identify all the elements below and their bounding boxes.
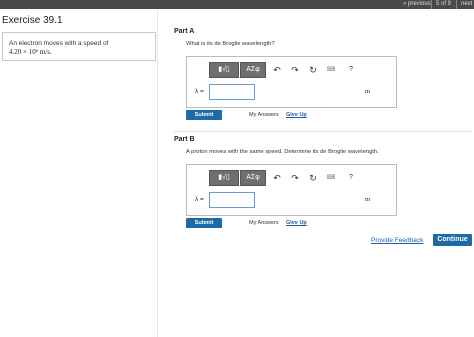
column-divider [157, 10, 158, 337]
part-a-answer-box: ▮√▯ ΑΣφ ↶ ↷ ↻ ⌨ ? λ = m [186, 56, 397, 108]
unit-label: m [365, 88, 371, 95]
part-divider [174, 131, 473, 132]
part-a-my-answers[interactable]: My Answers [249, 112, 279, 118]
top-nav-bar: « previous 5 of 9 next [0, 0, 474, 9]
help-icon[interactable]: ? [345, 172, 357, 184]
math-toolbar: ▮√▯ ΑΣφ ↶ ↷ ↻ ⌨ ? [209, 170, 357, 186]
continue-button[interactable]: Continue [433, 234, 472, 246]
template-button[interactable]: ▮√▯ [209, 62, 239, 78]
lambda-label: λ = [195, 196, 204, 203]
part-a-label: Part A [174, 28, 195, 35]
unit-label: m [365, 196, 371, 203]
part-b-answer-input[interactable] [209, 192, 255, 208]
math-toolbar: ▮√▯ ΑΣφ ↶ ↷ ↻ ⌨ ? [209, 62, 357, 78]
part-b-answer-box: ▮√▯ ΑΣφ ↶ ↷ ↻ ⌨ ? λ = m [186, 164, 397, 216]
nav-separator [456, 0, 457, 9]
part-b-submit-button[interactable]: Submit [186, 218, 222, 228]
part-b-label: Part B [174, 136, 195, 143]
undo-icon[interactable]: ↶ [271, 64, 283, 76]
redo-icon[interactable]: ↷ [289, 64, 301, 76]
keyboard-icon[interactable]: ⌨ [325, 172, 337, 184]
part-a-give-up-link[interactable]: Give Up [286, 112, 307, 118]
part-a-answer-input[interactable] [209, 84, 255, 100]
prompt-text: An electron moves with a speed of [9, 40, 109, 47]
nav-separator [431, 0, 432, 9]
next-link[interactable]: next [461, 0, 472, 9]
undo-icon[interactable]: ↶ [271, 172, 283, 184]
redo-icon[interactable]: ↷ [289, 172, 301, 184]
keyboard-icon[interactable]: ⌨ [325, 64, 337, 76]
part-a-question: What is its de Broglie wavelength? [186, 41, 275, 47]
symbols-button[interactable]: ΑΣφ [240, 170, 266, 186]
prompt-speed: 4.20 × 10⁶ m/s. [9, 48, 52, 56]
page-count: 5 of 9 [436, 1, 452, 7]
previous-link[interactable]: « previous [403, 0, 431, 9]
template-button[interactable]: ▮√▯ [209, 170, 239, 186]
provide-feedback-link[interactable]: Provide Feedback [371, 237, 423, 244]
symbols-button[interactable]: ΑΣφ [240, 62, 266, 78]
part-b-question: A proton moves with the same speed. Dete… [186, 149, 379, 155]
reset-icon[interactable]: ↻ [307, 172, 319, 184]
part-a-submit-button[interactable]: Submit [186, 110, 222, 120]
exercise-title: Exercise 39.1 [2, 15, 63, 26]
part-b-my-answers[interactable]: My Answers [249, 220, 279, 226]
exercise-prompt-box: An electron moves with a speed of 4.20 ×… [2, 32, 156, 61]
reset-icon[interactable]: ↻ [307, 64, 319, 76]
lambda-label: λ = [195, 88, 204, 95]
help-icon[interactable]: ? [345, 64, 357, 76]
part-b-give-up-link[interactable]: Give Up [286, 220, 307, 226]
